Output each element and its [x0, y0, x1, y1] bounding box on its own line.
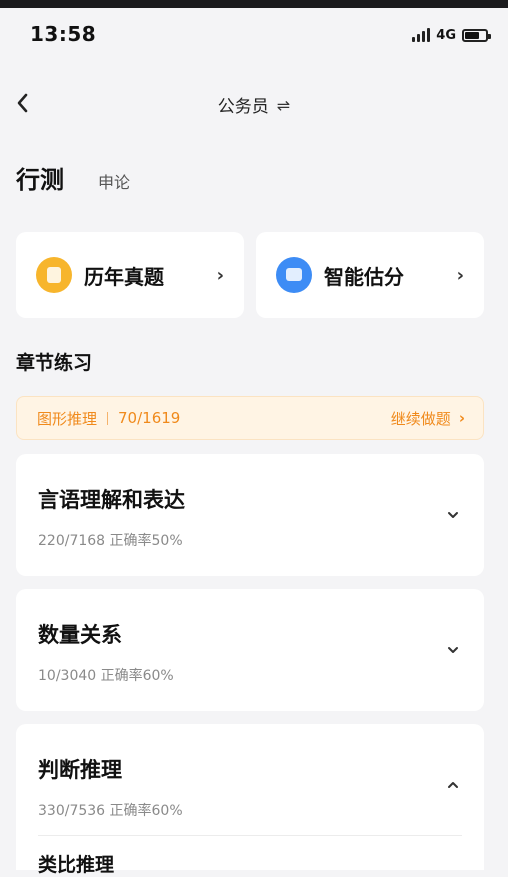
- banner-divider: [107, 411, 109, 425]
- chapter-title: 判断推理: [38, 758, 122, 782]
- chapter-stats: 330/7536 正确率60%: [38, 803, 183, 819]
- battery-icon: [462, 28, 491, 42]
- continue-label: 继续做题: [390, 409, 451, 428]
- past-exams-label: 历年真题: [84, 264, 164, 289]
- continue-button[interactable]: 继续做题 ›: [391, 408, 465, 429]
- chapter-stats: 10/3040 正确率60%: [38, 668, 174, 684]
- network-type: 4G: [436, 27, 456, 43]
- status-indicators: 4G: [412, 26, 491, 44]
- chapter-title: 数量关系: [38, 623, 122, 647]
- chapter-stats: 220/7168 正确率50%: [38, 533, 183, 549]
- exam-paper-icon: [36, 257, 72, 293]
- subject-tabs: 行测 申论: [16, 160, 130, 195]
- swap-icon: ⇌: [276, 96, 291, 115]
- chapter-card-expanded[interactable]: 判断推理 330/7536 正确率60% 类比推理: [16, 724, 484, 876]
- section-title: 章节练习: [16, 352, 93, 374]
- chevron-down-icon[interactable]: [446, 643, 460, 657]
- tab-shenlun[interactable]: 申论: [98, 169, 130, 193]
- banner-topic: 图形推理: [37, 409, 98, 428]
- sub-chapter-item[interactable]: 类比推理: [38, 850, 114, 877]
- smart-score-card[interactable]: 智能估分 ›: [256, 232, 484, 318]
- divider: [38, 835, 462, 836]
- chapter-card[interactable]: 数量关系 10/3040 正确率60%: [16, 589, 484, 711]
- chevron-right-icon: ›: [456, 264, 464, 286]
- banner-progress: 70/1619: [118, 409, 181, 427]
- exam-switcher[interactable]: 公务员 ⇌: [0, 92, 508, 117]
- past-exams-card[interactable]: 历年真题 ›: [16, 232, 244, 318]
- system-top-strip: [0, 0, 508, 8]
- top-nav: 公务员 ⇌: [0, 80, 508, 126]
- nav-title: 公务员: [217, 97, 269, 117]
- chevron-down-icon[interactable]: [446, 508, 460, 522]
- chapter-title: 言语理解和表达: [38, 488, 185, 512]
- chevron-up-icon[interactable]: [446, 778, 460, 792]
- chevron-right-icon: ›: [216, 264, 224, 286]
- status-bar: 13:58 4G: [0, 8, 508, 58]
- chevron-right-icon: ›: [458, 409, 465, 427]
- continue-practice-banner[interactable]: 图形推理 70/1619 继续做题 ›: [16, 396, 484, 440]
- smart-score-label: 智能估分: [324, 264, 404, 289]
- status-time: 13:58: [30, 22, 97, 46]
- signal-icon: [412, 28, 431, 42]
- chapter-card[interactable]: 言语理解和表达 220/7168 正确率50%: [16, 454, 484, 576]
- smart-score-icon: [276, 257, 312, 293]
- tab-xingce[interactable]: 行测: [16, 160, 64, 195]
